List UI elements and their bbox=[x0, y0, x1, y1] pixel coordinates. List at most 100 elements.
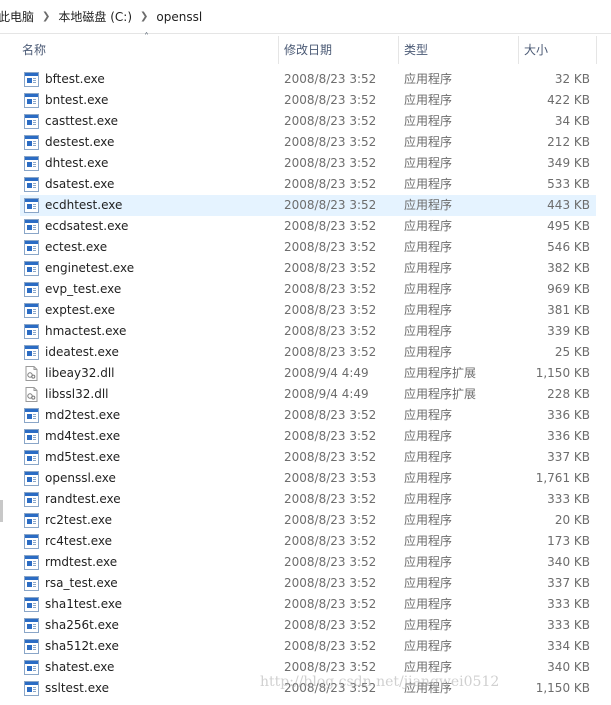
file-type: 应用程序 bbox=[404, 261, 453, 275]
file-row[interactable]: destest.exe 2008/8/23 3:52 应用程序 212 KB bbox=[20, 132, 596, 153]
file-row[interactable]: sha512t.exe 2008/8/23 3:52 应用程序 334 KB bbox=[20, 636, 596, 657]
file-row[interactable]: bftest.exe 2008/8/23 3:52 应用程序 32 KB bbox=[20, 69, 596, 90]
exe-icon bbox=[24, 324, 39, 339]
file-row[interactable]: evp_test.exe 2008/8/23 3:52 应用程序 969 KB bbox=[20, 279, 596, 300]
file-date: 2008/8/23 3:52 bbox=[284, 345, 377, 359]
file-type: 应用程序 bbox=[404, 324, 453, 338]
file-name: ecdhtest.exe bbox=[45, 198, 123, 212]
file-type: 应用程序 bbox=[404, 408, 453, 422]
scroll-indicator[interactable] bbox=[0, 500, 3, 522]
column-header-size[interactable]: 大小 bbox=[524, 34, 594, 64]
column-header-type[interactable]: 类型 bbox=[404, 34, 516, 64]
breadcrumb-openssl[interactable]: openssl bbox=[152, 10, 206, 24]
file-type: 应用程序 bbox=[404, 198, 453, 212]
column-divider[interactable] bbox=[398, 36, 399, 64]
file-size: 337 KB bbox=[547, 576, 590, 590]
file-row[interactable]: ecdhtest.exe 2008/8/23 3:52 应用程序 443 KB bbox=[20, 195, 596, 216]
file-name: shatest.exe bbox=[45, 660, 115, 674]
exe-icon bbox=[24, 429, 39, 444]
exe-icon bbox=[24, 534, 39, 549]
file-row[interactable]: randtest.exe 2008/8/23 3:52 应用程序 333 KB bbox=[20, 489, 596, 510]
file-row[interactable]: casttest.exe 2008/8/23 3:52 应用程序 34 KB bbox=[20, 111, 596, 132]
file-type: 应用程序 bbox=[404, 534, 453, 548]
file-date: 2008/8/23 3:52 bbox=[284, 177, 377, 191]
file-name: exptest.exe bbox=[45, 303, 116, 317]
chevron-right-icon: ❯ bbox=[140, 11, 149, 22]
file-row[interactable]: md4test.exe 2008/8/23 3:52 应用程序 336 KB bbox=[20, 426, 596, 447]
file-name: rsa_test.exe bbox=[45, 576, 118, 590]
file-row[interactable]: ssltest.exe 2008/8/23 3:52 应用程序 1,150 KB bbox=[20, 678, 596, 699]
file-name: md4test.exe bbox=[45, 429, 121, 443]
exe-icon bbox=[24, 450, 39, 465]
file-size: 173 KB bbox=[547, 534, 590, 548]
file-size: 32 KB bbox=[554, 72, 590, 86]
file-row[interactable]: openssl.exe 2008/8/23 3:53 应用程序 1,761 KB bbox=[20, 468, 596, 489]
file-row[interactable]: enginetest.exe 2008/8/23 3:52 应用程序 382 KB bbox=[20, 258, 596, 279]
file-size: 34 KB bbox=[554, 114, 590, 128]
file-size: 339 KB bbox=[547, 324, 590, 338]
column-divider[interactable] bbox=[518, 36, 519, 64]
file-type: 应用程序扩展 bbox=[404, 366, 477, 380]
file-name: enginetest.exe bbox=[45, 261, 135, 275]
file-type: 应用程序扩展 bbox=[404, 387, 477, 401]
breadcrumb-this-pc[interactable]: 此电脑 bbox=[0, 8, 38, 25]
file-name: openssl.exe bbox=[45, 471, 116, 485]
file-size: 228 KB bbox=[547, 387, 590, 401]
file-row[interactable]: sha256t.exe 2008/8/23 3:52 应用程序 333 KB bbox=[20, 615, 596, 636]
exe-icon bbox=[24, 303, 39, 318]
file-row[interactable]: rc4test.exe 2008/8/23 3:52 应用程序 173 KB bbox=[20, 531, 596, 552]
file-date: 2008/8/23 3:52 bbox=[284, 492, 377, 506]
column-divider[interactable] bbox=[596, 36, 597, 64]
file-row[interactable]: bntest.exe 2008/8/23 3:52 应用程序 422 KB bbox=[20, 90, 596, 111]
file-row[interactable]: ectest.exe 2008/8/23 3:52 应用程序 546 KB bbox=[20, 237, 596, 258]
file-type: 应用程序 bbox=[404, 303, 453, 317]
file-row[interactable]: hmactest.exe 2008/8/23 3:52 应用程序 339 KB bbox=[20, 321, 596, 342]
file-size: 382 KB bbox=[547, 261, 590, 275]
file-row[interactable]: rmdtest.exe 2008/8/23 3:52 应用程序 340 KB bbox=[20, 552, 596, 573]
file-row[interactable]: rc2test.exe 2008/8/23 3:52 应用程序 20 KB bbox=[20, 510, 596, 531]
file-row[interactable]: exptest.exe 2008/8/23 3:52 应用程序 381 KB bbox=[20, 300, 596, 321]
file-date: 2008/9/4 4:49 bbox=[284, 366, 369, 380]
file-date: 2008/8/23 3:52 bbox=[284, 219, 377, 233]
file-row[interactable]: libeay32.dll 2008/9/4 4:49 应用程序扩展 1,150 KB bbox=[20, 363, 596, 384]
exe-icon bbox=[24, 282, 39, 297]
file-list: bftest.exe 2008/8/23 3:52 应用程序 32 KB bntest.… bbox=[0, 69, 611, 699]
file-row[interactable]: shatest.exe 2008/8/23 3:52 应用程序 340 KB bbox=[20, 657, 596, 678]
file-row[interactable]: libssl32.dll 2008/9/4 4:49 应用程序扩展 228 KB bbox=[20, 384, 596, 405]
file-date: 2008/8/23 3:52 bbox=[284, 534, 377, 548]
column-header-date[interactable]: 修改日期 bbox=[284, 34, 398, 64]
file-name: sha1test.exe bbox=[45, 597, 122, 611]
column-header-name[interactable]: 名称 bbox=[22, 34, 278, 64]
column-divider[interactable] bbox=[278, 36, 279, 64]
file-type: 应用程序 bbox=[404, 282, 453, 296]
file-row[interactable]: ideatest.exe 2008/8/23 3:52 应用程序 25 KB bbox=[20, 342, 596, 363]
file-date: 2008/8/23 3:52 bbox=[284, 639, 377, 653]
file-date: 2008/8/23 3:52 bbox=[284, 429, 377, 443]
file-row[interactable]: dsatest.exe 2008/8/23 3:52 应用程序 533 KB bbox=[20, 174, 596, 195]
file-row[interactable]: md5test.exe 2008/8/23 3:52 应用程序 337 KB bbox=[20, 447, 596, 468]
breadcrumb-local-disk[interactable]: 本地磁盘 (C:) bbox=[54, 8, 136, 25]
file-size: 969 KB bbox=[547, 282, 590, 296]
file-date: 2008/8/23 3:52 bbox=[284, 597, 377, 611]
file-type: 应用程序 bbox=[404, 93, 453, 107]
file-size: 337 KB bbox=[547, 450, 590, 464]
file-size: 333 KB bbox=[547, 597, 590, 611]
file-size: 333 KB bbox=[547, 618, 590, 632]
file-type: 应用程序 bbox=[404, 135, 453, 149]
file-row[interactable]: md2test.exe 2008/8/23 3:52 应用程序 336 KB bbox=[20, 405, 596, 426]
file-type: 应用程序 bbox=[404, 618, 453, 632]
file-type: 应用程序 bbox=[404, 450, 453, 464]
file-name: ideatest.exe bbox=[45, 345, 119, 359]
file-type: 应用程序 bbox=[404, 219, 453, 233]
file-row[interactable]: dhtest.exe 2008/8/23 3:52 应用程序 349 KB bbox=[20, 153, 596, 174]
file-size: 334 KB bbox=[547, 639, 590, 653]
file-row[interactable]: sha1test.exe 2008/8/23 3:52 应用程序 333 KB bbox=[20, 594, 596, 615]
file-row[interactable]: rsa_test.exe 2008/8/23 3:52 应用程序 337 KB bbox=[20, 573, 596, 594]
file-size: 340 KB bbox=[547, 555, 590, 569]
file-size: 495 KB bbox=[547, 219, 590, 233]
file-name: md5test.exe bbox=[45, 450, 121, 464]
file-date: 2008/9/4 4:49 bbox=[284, 387, 369, 401]
address-breadcrumb[interactable]: 此电脑 ❯ 本地磁盘 (C:) ❯ openssl bbox=[0, 0, 611, 34]
file-row[interactable]: ecdsatest.exe 2008/8/23 3:52 应用程序 495 KB bbox=[20, 216, 596, 237]
exe-icon bbox=[24, 345, 39, 360]
